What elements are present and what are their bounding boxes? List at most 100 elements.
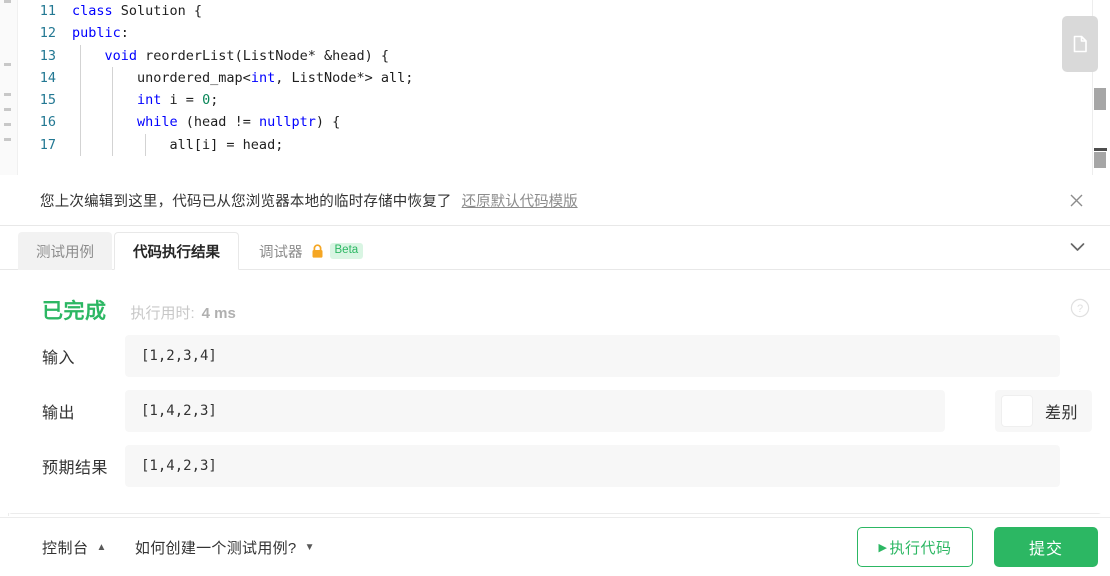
output-label: 输出 [42,405,76,422]
line-number: 15 [39,92,56,109]
code-token: int [137,92,162,109]
runtime-value: 4 ms [201,305,236,322]
expected-value[interactable]: [1,4,2,3] [125,445,1060,487]
diff-label: 差别 [1044,405,1078,422]
caret-up-icon: ▲ [96,541,107,553]
restore-default-template-link[interactable]: 还原默认代码模版 [462,190,578,211]
submit-button[interactable]: 提交 [994,527,1098,567]
input-value[interactable]: [1,2,3,4] [125,335,1060,377]
line-number: 12 [39,25,56,42]
scrollbar-thumb[interactable] [1094,152,1106,168]
question-circle-icon: ? [1070,298,1090,318]
play-icon: ▶ [878,541,888,554]
status-badge: 已完成 [42,300,107,323]
tab-debugger[interactable]: 调试器 Beta [241,232,381,270]
indent-guide [80,133,81,157]
tab-code-execution-result[interactable]: 代码执行结果 [114,232,239,270]
copy-icon [1073,35,1087,53]
submit-label: 提交 [1028,541,1063,558]
code-line[interactable]: 12 public: [18,22,1078,44]
code-token: unordered_map< [72,69,251,86]
code-token: : [120,25,129,42]
diff-checkbox[interactable] [1000,395,1033,427]
tab-label: 代码执行结果 [133,244,220,261]
input-row: 输入 [1,2,3,4] [0,335,1110,377]
run-code-label: 执行代码 [889,539,952,557]
code-line[interactable]: 15 int i = 0; [18,89,1078,112]
code-token: nullptr [258,114,316,131]
howto-label: 如何创建一个测试用例? [134,539,297,557]
execution-result-panel: 已完成 执行用时: 4 ms ? 输入 [1,2,3,4] 输出 [1,4,2,… [0,270,1110,513]
rail-tick [4,108,11,111]
code-line[interactable]: 13 void reorderList(ListNode* &head) { [18,44,1078,67]
expected-row: 预期结果 [1,4,2,3] [0,445,1110,487]
output-row: 输出 [1,4,2,3] [0,390,1110,432]
indent-guide [112,133,114,157]
code-token: all[i] = head; [72,136,284,153]
indent-guide [112,89,114,112]
indent-guide [80,111,81,134]
rail-tick [4,123,11,126]
code-token: i = [161,92,203,109]
code-token: , ListNode*> all; [275,69,414,86]
code-line[interactable]: 14 unordered_map<int, ListNode*> all; [18,66,1078,90]
tab-label: 调试器 [259,244,303,261]
code-content[interactable]: 11 class Solution {12 public: 13 void reord… [18,0,1078,175]
line-number: 17 [39,136,56,153]
rail-tick [4,93,11,96]
line-number: 11 [39,3,56,19]
tab-label: 测试用例 [36,244,94,261]
code-token: while [137,114,178,131]
rail-tick [4,63,11,66]
line-number: 14 [39,69,56,86]
rail-tick [4,138,11,141]
beta-badge: Beta [329,242,364,260]
result-tab-bar: 测试用例 代码执行结果 调试器 Beta [0,226,1110,270]
rail-tick [4,0,11,3]
scrollbar-thumb[interactable] [1094,88,1106,110]
expected-label: 预期结果 [42,460,109,477]
code-token: ; [210,92,219,109]
line-number: 13 [39,47,56,64]
run-code-button[interactable]: ▶ 执行代码 [857,527,973,567]
svg-text:?: ? [1077,303,1083,315]
caret-down-icon: ▼ [304,541,315,553]
console-label: 控制台 [42,539,89,557]
close-icon[interactable] [1064,188,1088,212]
code-token: int [250,69,276,86]
scrollbar-marker [1094,148,1107,151]
code-token: class [72,3,113,19]
console-toggle[interactable]: 控制台 ▲ [42,537,107,558]
code-token: (head != [177,114,259,131]
code-line[interactable]: 11 class Solution { [18,0,1078,22]
help-icon[interactable]: ? [1070,298,1090,318]
result-header: 已完成 执行用时: 4 ms [0,295,1110,331]
code-editor-region[interactable]: 11 class Solution {12 public: 13 void reord… [0,0,1110,176]
code-token: reorderList(ListNode* &head) { [137,47,389,64]
indent-guide [144,133,146,157]
lock-icon-glyph [312,243,322,258]
editor-left-rail [0,0,18,175]
bottom-action-bar: 控制台 ▲ 如何创建一个测试用例? ▼ ▶ 执行代码 提交 [0,517,1110,576]
notification-message: 您上次编辑到这里，代码已从您浏览器本地的临时存储中恢复了 [40,193,452,210]
indent-guide [80,44,81,67]
tab-testcases[interactable]: 测试用例 [18,232,112,270]
chevron-down-icon [1070,243,1084,251]
runtime-label: 执行用时: [130,305,195,322]
collapse-panel-button[interactable] [1066,236,1088,258]
how-to-create-testcase-toggle[interactable]: 如何创建一个测试用例? ▼ [135,537,315,558]
code-token: public [72,25,121,42]
indent-guide [112,111,114,134]
code-token: 0 [202,92,211,109]
indent-guide [112,66,114,90]
code-line[interactable]: 16 while (head != nullptr) { [18,111,1078,134]
copy-code-button[interactable] [1062,16,1098,72]
input-label: 输入 [42,350,76,367]
line-number: 16 [39,114,56,131]
diff-toggle[interactable]: 差别 [994,390,1092,432]
output-value[interactable]: [1,4,2,3] [125,390,945,432]
code-line[interactable]: 17 all[i] = head; [18,133,1078,157]
